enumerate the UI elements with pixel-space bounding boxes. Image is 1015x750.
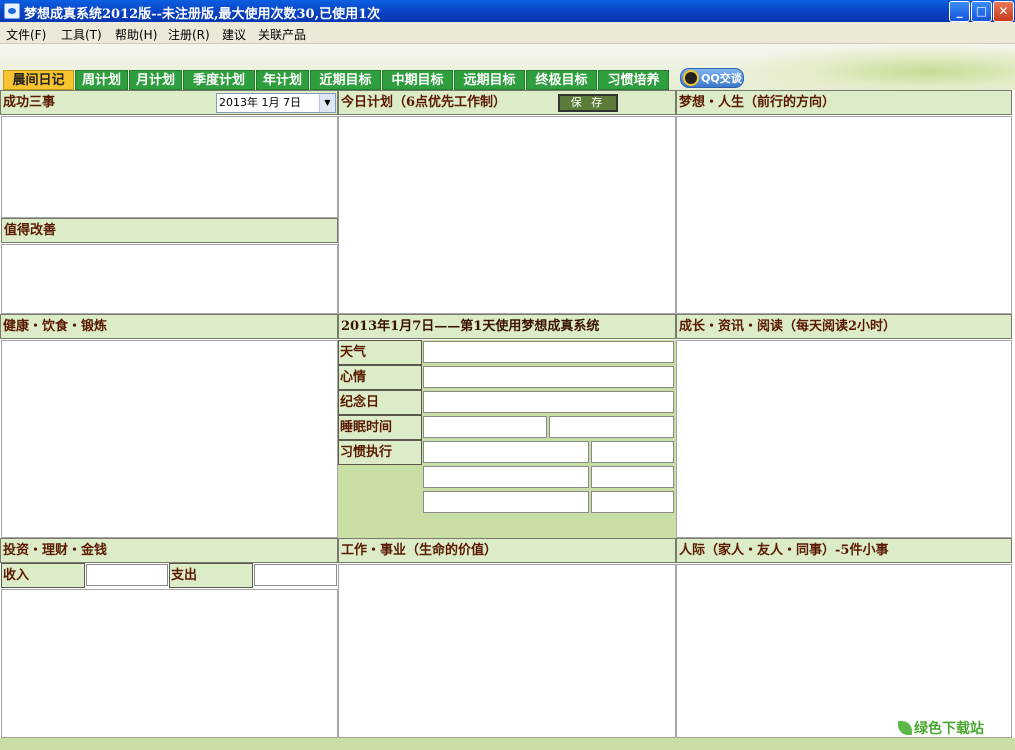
tab-far-goals[interactable]: 远期目标 xyxy=(454,70,525,90)
window-title: 梦想成真系统2012版--未注册版,最大使用次数30,已使用1次 xyxy=(24,7,381,22)
expense-input[interactable] xyxy=(254,564,337,586)
habit-check-1[interactable] xyxy=(591,441,674,463)
growth-textarea[interactable] xyxy=(676,340,1012,538)
title-bar: 梦想成真系统2012版--未注册版,最大使用次数30,已使用1次 _ □ ✕ xyxy=(0,0,1015,22)
weather-label: 天气 xyxy=(338,340,422,365)
relations-textarea[interactable] xyxy=(676,564,1012,738)
chevron-down-icon[interactable]: ▼ xyxy=(319,94,335,112)
expense-label: 支出 xyxy=(169,563,253,588)
today-plan-header: 今日计划（6点优先工作制） xyxy=(338,90,676,115)
habit-input-3[interactable] xyxy=(423,491,589,513)
anniversary-label: 纪念日 xyxy=(338,390,422,415)
career-header: 工作・事业（生命的价值） xyxy=(338,538,676,563)
leaf-logo-icon xyxy=(898,721,912,735)
menu-related-products[interactable]: 关联产品 xyxy=(258,26,306,43)
sleep-start-input[interactable] xyxy=(423,416,547,438)
success-textarea[interactable] xyxy=(1,116,338,218)
tab-mid-goals[interactable]: 中期目标 xyxy=(382,70,453,90)
tab-yearly-plan[interactable]: 年计划 xyxy=(256,70,309,90)
menu-bar: 文件(F) 工具(T) 帮助(H) 注册(R) 建议 关联产品 xyxy=(0,22,1015,44)
tab-weekly-plan[interactable]: 周计划 xyxy=(75,70,128,90)
decorative-background xyxy=(725,44,1015,90)
dream-textarea[interactable] xyxy=(676,116,1012,314)
date-picker[interactable]: 2013年 1月 7日 ▼ xyxy=(216,93,336,113)
habit-input-2[interactable] xyxy=(423,466,589,488)
income-label: 收入 xyxy=(1,563,85,588)
health-textarea[interactable] xyxy=(1,340,338,538)
status-bar xyxy=(0,738,1015,750)
relations-header: 人际（家人・友人・同事）-5件小事 xyxy=(676,538,1012,563)
tab-morning-diary[interactable]: 晨间日记 xyxy=(3,70,74,90)
tab-habit-building[interactable]: 习惯培养 xyxy=(598,70,669,90)
menu-register[interactable]: 注册(R) xyxy=(168,26,210,43)
finance-textarea[interactable] xyxy=(1,589,338,738)
habit-check-3[interactable] xyxy=(591,491,674,513)
close-button[interactable]: ✕ xyxy=(993,1,1014,22)
qq-chat-button[interactable]: QQ交谈 xyxy=(680,68,744,88)
sleep-label: 睡眠时间 xyxy=(338,415,422,440)
mood-input[interactable] xyxy=(423,366,674,388)
dream-header: 梦想・人生（前行的方向） xyxy=(676,90,1012,115)
growth-header: 成长・资讯・阅读（每天阅读2小时） xyxy=(676,314,1012,339)
day-info-header: 2013年1月7日——第1天使用梦想成真系统 xyxy=(338,314,676,339)
habit-label: 习惯执行 xyxy=(338,440,422,465)
menu-help[interactable]: 帮助(H) xyxy=(115,26,157,43)
tab-strip: 晨间日记 周计划 月计划 季度计划 年计划 近期目标 中期目标 远期目标 终极目… xyxy=(0,44,1015,90)
menu-suggest[interactable]: 建议 xyxy=(222,26,246,43)
tab-ultimate-goals[interactable]: 终极目标 xyxy=(526,70,597,90)
qq-chat-label: QQ交谈 xyxy=(701,72,742,85)
habit-check-2[interactable] xyxy=(591,466,674,488)
mood-label: 心情 xyxy=(338,365,422,390)
watermark: 绿色下载站 xyxy=(898,718,984,738)
sleep-end-input[interactable] xyxy=(549,416,674,438)
minimize-button[interactable]: _ xyxy=(949,1,970,22)
improve-header: 值得改善 xyxy=(1,218,338,243)
save-button[interactable]: 保 存 xyxy=(558,94,618,112)
tab-near-goals[interactable]: 近期目标 xyxy=(310,70,381,90)
qq-penguin-icon xyxy=(683,70,699,86)
tab-quarterly-plan[interactable]: 季度计划 xyxy=(183,70,255,90)
improve-textarea[interactable] xyxy=(1,244,338,314)
income-input[interactable] xyxy=(86,564,168,586)
health-header: 健康・饮食・锻炼 xyxy=(0,314,338,339)
watermark-text: 绿色下载站 xyxy=(914,721,984,737)
app-icon xyxy=(4,3,20,19)
date-picker-value: 2013年 1月 7日 xyxy=(219,96,301,109)
habit-input-1[interactable] xyxy=(423,441,589,463)
weather-input[interactable] xyxy=(423,341,674,363)
finance-header: 投资・理财・金钱 xyxy=(0,538,338,563)
career-textarea[interactable] xyxy=(338,564,676,738)
menu-tools[interactable]: 工具(T) xyxy=(61,26,102,43)
today-plan-textarea[interactable] xyxy=(338,116,676,314)
anniversary-input[interactable] xyxy=(423,391,674,413)
menu-file[interactable]: 文件(F) xyxy=(6,26,46,43)
tab-monthly-plan[interactable]: 月计划 xyxy=(129,70,182,90)
maximize-button[interactable]: □ xyxy=(971,1,992,22)
